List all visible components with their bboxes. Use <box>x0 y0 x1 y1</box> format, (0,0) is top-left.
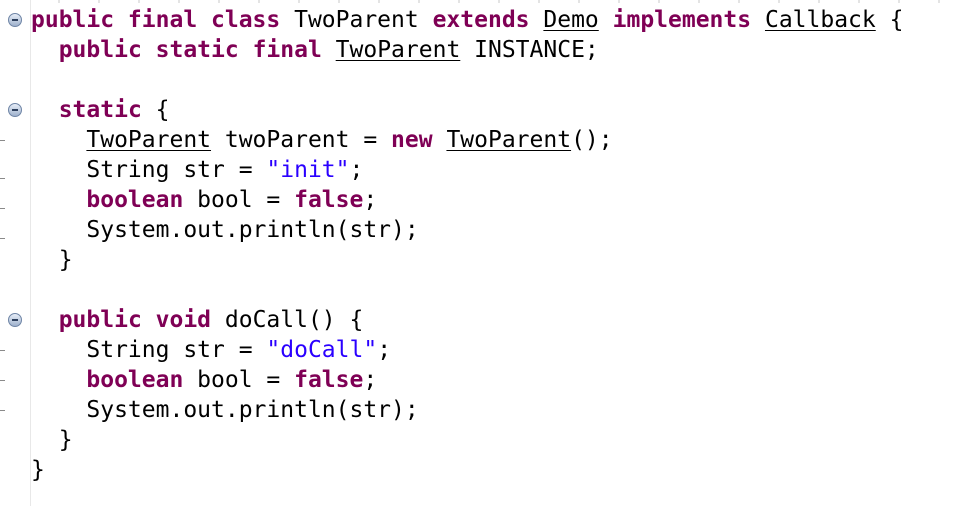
code-token: ; <box>349 157 364 183</box>
code-token: { <box>875 7 904 33</box>
keyword-token: implements <box>612 7 752 33</box>
keyword-token: boolean <box>86 187 184 213</box>
code-line[interactable]: static { <box>31 95 170 125</box>
code-line[interactable]: TwoParent twoParent = new TwoParent(); <box>31 125 613 155</box>
keyword-token: static <box>58 97 142 123</box>
keyword-token: boolean <box>86 367 184 393</box>
code-line[interactable]: } <box>31 455 45 485</box>
code-token: String str = <box>31 157 267 183</box>
code-line[interactable]: boolean bool = false; <box>31 365 377 395</box>
code-line[interactable]: public static final TwoParent INSTANCE; <box>31 35 599 65</box>
code-line[interactable]: String str = "doCall"; <box>31 335 391 365</box>
code-line[interactable]: } <box>31 425 73 455</box>
editor-gutter <box>0 0 31 506</box>
type-reference-token: TwoParent <box>446 127 572 153</box>
collapse-icon[interactable] <box>8 13 22 27</box>
code-token: String str = <box>31 337 267 363</box>
code-line[interactable]: System.out.println(str); <box>31 215 419 245</box>
type-reference-token: Demo <box>543 7 599 33</box>
gutter-marker <box>0 140 5 141</box>
collapse-icon[interactable] <box>8 313 22 327</box>
code-token: TwoParent <box>280 7 433 33</box>
string-token: "doCall" <box>266 337 378 363</box>
code-line[interactable]: } <box>31 245 73 275</box>
gutter-marker <box>0 208 5 209</box>
code-token: bool = <box>183 367 295 393</box>
gutter-marker <box>0 178 5 179</box>
code-token: twoParent = <box>211 127 392 153</box>
gutter-marker <box>0 410 5 411</box>
code-token: bool = <box>183 187 295 213</box>
code-token: } <box>31 427 73 453</box>
code-token: } <box>31 457 45 483</box>
gutter-marker <box>0 238 5 239</box>
code-line[interactable]: public void doCall() { <box>31 305 364 335</box>
code-token: ; <box>363 367 378 393</box>
collapse-icon[interactable] <box>8 103 22 117</box>
code-token: (); <box>571 127 613 153</box>
code-line[interactable]: public final class TwoParent extends Dem… <box>31 5 903 35</box>
keyword-token: false <box>294 187 364 213</box>
type-reference-token: Callback <box>764 7 876 33</box>
string-token: "init" <box>266 157 350 183</box>
keyword-token: public void <box>58 307 212 333</box>
clipped-line-edge <box>0 0 958 3</box>
type-reference-token: TwoParent <box>86 127 212 153</box>
code-token: ; <box>363 187 378 213</box>
keyword-token: false <box>294 367 364 393</box>
keyword-token: public static final <box>58 37 322 63</box>
code-token: } <box>31 247 73 273</box>
code-token: doCall() { <box>211 307 364 333</box>
type-reference-token: TwoParent <box>335 37 461 63</box>
code-token: System.out.println(str); <box>31 217 419 243</box>
gutter-marker <box>0 380 5 381</box>
keyword-token: public final class <box>31 7 281 33</box>
code-line[interactable]: boolean bool = false; <box>31 185 377 215</box>
code-token: INSTANCE; <box>460 37 599 63</box>
code-token: { <box>141 97 170 123</box>
keyword-token: extends <box>432 7 530 33</box>
keyword-token: new <box>391 127 433 153</box>
code-line[interactable]: System.out.println(str); <box>31 395 419 425</box>
code-token: ; <box>377 337 392 363</box>
code-line[interactable]: String str = "init"; <box>31 155 363 185</box>
gutter-marker <box>0 350 5 351</box>
code-editor[interactable]: public final class TwoParent extends Dem… <box>0 0 958 506</box>
code-token: System.out.println(str); <box>31 397 419 423</box>
